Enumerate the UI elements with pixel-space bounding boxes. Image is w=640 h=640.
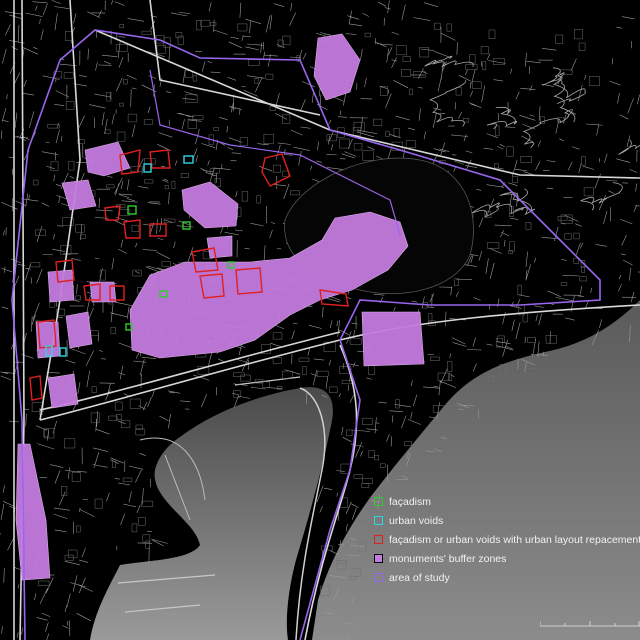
legend-item-facadism-voids-replacement: façadism or urban voids with urban layou… xyxy=(374,530,640,549)
legend-label: façadism xyxy=(389,495,432,508)
legend-item-area-of-study: area of study xyxy=(374,568,640,587)
legend-label: urban voids xyxy=(389,514,444,527)
map-legend: façadism urban voids façadism or urban voi… xyxy=(374,492,640,587)
scale-bar xyxy=(540,621,640,627)
legend-item-buffer-zones: monuments' buffer zones xyxy=(374,549,640,568)
legend-item-facadism: façadism xyxy=(374,492,640,511)
legend-swatch xyxy=(374,516,383,525)
legend-swatch xyxy=(374,554,383,563)
sea xyxy=(312,300,640,640)
legend-label: façadism or urban voids with urban layou… xyxy=(389,533,640,546)
legend-swatch xyxy=(374,497,383,506)
legend-swatch xyxy=(374,573,383,582)
legend-swatch xyxy=(374,535,383,544)
map-canvas: façadism urban voids façadism or urban voi… xyxy=(0,0,640,640)
legend-label: area of study xyxy=(389,571,450,584)
legend-item-urban-voids: urban voids xyxy=(374,511,640,530)
harbour-bay xyxy=(90,387,333,640)
legend-label: monuments' buffer zones xyxy=(389,552,507,565)
